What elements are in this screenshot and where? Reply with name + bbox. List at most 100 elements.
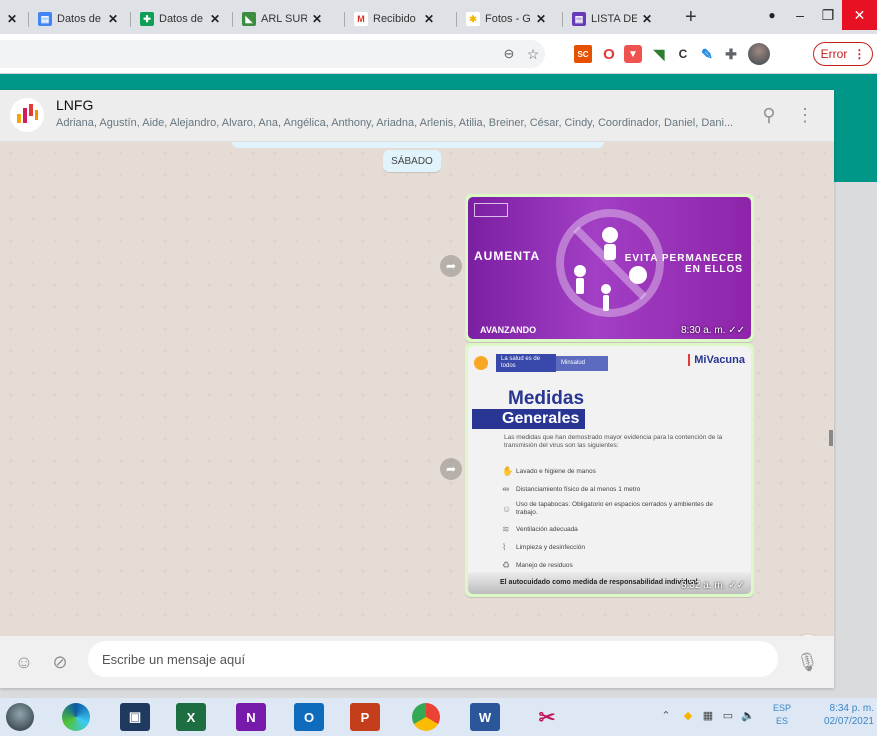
extension-c-icon[interactable]: C	[674, 45, 692, 63]
search-icon[interactable]: ⚲	[759, 105, 779, 125]
bookmark-star-icon[interactable]: ☆	[524, 45, 542, 63]
image-message[interactable]: La salud es de todos Minsalud MiVacuna M…	[465, 343, 754, 597]
menu-dots-icon[interactable]: ⋮	[795, 105, 815, 125]
tab-arl-sura[interactable]: ◣ ARL SUR ✕	[242, 7, 322, 31]
error-button[interactable]: Error ⋮	[813, 42, 873, 66]
profile-avatar[interactable]	[748, 43, 770, 65]
tab-close-icon[interactable]: ✕	[108, 12, 118, 26]
network-icon[interactable]: ▦	[700, 707, 716, 723]
extension-save-icon[interactable]: ▼	[624, 45, 642, 63]
logo-box	[474, 203, 508, 217]
tab-datos-2[interactable]: ✚ Datos de ✕	[140, 7, 220, 31]
menu-dots-icon: ⋮	[853, 47, 866, 61]
outlook-icon[interactable]: O	[294, 703, 324, 731]
language-bottom: ES	[776, 716, 789, 726]
browser-toolbar: ⊖ ☆ SC O ▼ ◥ C ✎ ✚ Error ⋮	[0, 34, 877, 74]
new-tab-button[interactable]: +	[685, 7, 697, 27]
user-photo-icon[interactable]	[6, 703, 34, 731]
tab-lista[interactable]: ▤ LISTA DE ✕	[572, 7, 652, 31]
tab-recibidos[interactable]: M Recibido ✕	[354, 7, 434, 31]
page-scrollbar-thumb[interactable]	[829, 430, 833, 446]
onenote-icon[interactable]: N	[236, 703, 266, 731]
restore-button[interactable]: ❐	[814, 0, 842, 30]
tab-separator	[130, 12, 131, 27]
message-image[interactable]: AUMENTA EVITA PERMANECER EN ELLOS AVANZA…	[468, 197, 751, 339]
message-input[interactable]	[88, 641, 778, 677]
windows-taskbar: ▣ X N O P W ✂ ⌃ ◆ ▦ ▭ 🔈 ESP ES 8:34 p. m…	[0, 698, 877, 736]
tab-close-icon[interactable]: ✕	[536, 12, 546, 26]
waste-icon: ♻	[502, 559, 511, 570]
measure-item: ⌇ Limpieza y desinfección	[502, 541, 586, 552]
brand-text: La salud es de todos	[496, 354, 556, 372]
microphone-icon[interactable]: 🎙	[796, 651, 819, 673]
excel-icon[interactable]: X	[176, 703, 206, 731]
image-footer-text: AVANZANDO	[480, 325, 537, 335]
cleaning-icon: ⌇	[502, 541, 507, 552]
tray-app-icon[interactable]: ◆	[680, 707, 696, 723]
monitor-icon[interactable]: ▭	[720, 707, 736, 723]
extension-leaf-icon[interactable]: ◥	[650, 45, 668, 63]
extensions-puzzle-icon[interactable]: ✚	[722, 45, 740, 63]
tab-label: LISTA DE	[591, 13, 637, 25]
explorer-icon[interactable]: ▣	[120, 703, 150, 731]
arl-icon: ◣	[242, 12, 256, 26]
message-image[interactable]: La salud es de todos Minsalud MiVacuna M…	[468, 346, 751, 594]
tray-expand-icon[interactable]: ⌃	[658, 707, 674, 723]
partial-tab[interactable]: ✕	[2, 7, 17, 31]
volume-icon[interactable]: 🔈	[740, 707, 756, 723]
system-clock[interactable]: 8:34 p. m. 02/07/2021	[812, 702, 874, 728]
tab-close-icon[interactable]: ✕	[642, 12, 652, 26]
conversation-panel: LNFG Adriana, Agustín, Aide, Alejandro, …	[0, 90, 834, 688]
tab-label: Datos de	[159, 13, 204, 25]
extension-sc-icon[interactable]: SC	[574, 45, 592, 63]
address-bar[interactable]: ⊖ ☆	[0, 40, 545, 68]
edge-icon[interactable]	[62, 703, 90, 731]
snipping-tool-icon[interactable]: ✂	[532, 703, 562, 731]
chrome-icon[interactable]	[412, 703, 440, 731]
powerpoint-icon[interactable]: P	[350, 703, 380, 731]
tab-close-icon[interactable]: ✕	[7, 12, 17, 26]
measures-list: ✋ Lavado e higiene de manos ⇹ Distanciamie…	[502, 462, 742, 574]
group-avatar[interactable]	[10, 98, 44, 132]
tab-close-icon[interactable]: ✕	[424, 12, 434, 26]
tab-separator	[344, 12, 345, 27]
tab-close-icon[interactable]: ✕	[312, 12, 322, 26]
input-language[interactable]: ESP ES	[773, 702, 791, 728]
zoom-icon[interactable]: ⊖	[500, 45, 518, 63]
forward-icon[interactable]: ➦	[440, 255, 462, 277]
message-time-text: 8:30 a. m.	[680, 325, 726, 336]
tab-separator	[28, 12, 29, 27]
mask-icon: ☺	[502, 504, 512, 514]
message-composer: ☺ ⊘ 🎙	[0, 636, 834, 688]
distance-icon: ⇹	[502, 483, 510, 494]
measure-item: ☺ Uso de tapabocas: Obligatorio en espaci…	[502, 501, 713, 516]
tab-separator	[562, 12, 563, 27]
attach-clip-icon[interactable]: ⊘	[49, 651, 71, 673]
image-title-line2: Generales	[472, 409, 586, 429]
message-time: 8:30 a. m. ✓✓	[681, 325, 745, 336]
handwash-icon: ✋	[502, 465, 514, 476]
close-window-button[interactable]: ✕	[842, 0, 877, 30]
message-list[interactable]: SÁBADO ➦ AUMENTA EVITA PERMANECER EN ELL…	[0, 142, 834, 636]
forward-icon[interactable]: ➦	[440, 458, 462, 480]
image-headline-right: EVITA PERMANECER EN ELLOS	[625, 253, 743, 275]
minimize-button[interactable]: –	[786, 0, 814, 30]
emoji-icon[interactable]: ☺	[13, 651, 35, 673]
measure-item: ✋ Lavado e higiene de manos	[502, 465, 596, 476]
measure-item: ≋ Ventilación adecuada	[502, 523, 578, 534]
word-icon[interactable]: W	[470, 703, 500, 731]
message-time-text: 8:32 a. m.	[680, 580, 726, 591]
language-top: ESP	[773, 703, 792, 713]
tab-label: Datos de	[57, 13, 102, 25]
mivacuna-logo: MiVacuna	[688, 354, 745, 366]
tab-fotos[interactable]: ✱ Fotos - G ✕	[466, 7, 546, 31]
profile-dot-icon[interactable]: ●	[760, 0, 784, 30]
image-message[interactable]: AUMENTA EVITA PERMANECER EN ELLOS AVANZA…	[465, 194, 754, 342]
image-headline-left: AUMENTA	[474, 249, 541, 263]
conversation-header[interactable]: LNFG Adriana, Agustín, Aide, Alejandro, …	[0, 90, 834, 142]
tab-close-icon[interactable]: ✕	[210, 12, 220, 26]
extension-opera-icon[interactable]: O	[600, 45, 618, 63]
extension-feather-icon[interactable]: ✎	[698, 45, 716, 63]
tab-datos-1[interactable]: ▤ Datos de ✕	[38, 7, 118, 31]
message-time: 8:32 a. m. ✓✓	[681, 580, 745, 591]
